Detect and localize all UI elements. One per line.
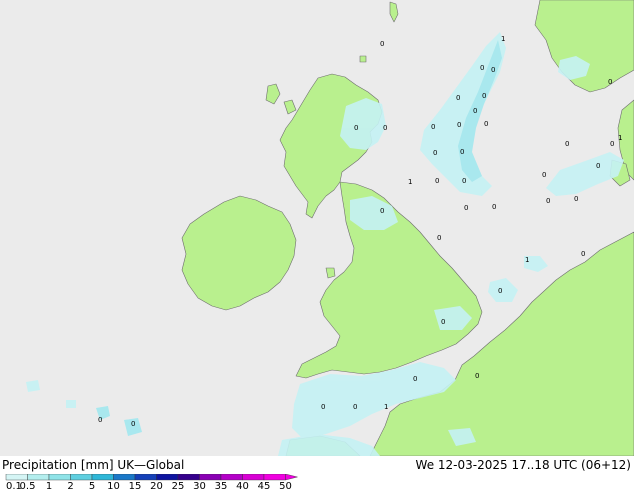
- map-value: 0: [380, 40, 384, 48]
- legend-swatch: [70, 474, 93, 481]
- rain-atlantic-blob-3: [26, 380, 40, 392]
- legend-label: 10: [107, 481, 120, 490]
- precipitation-map[interactable]: 1 0 0 0 0 0 0 0 0 0 0 0 0 0 1 0 0 0 0 0 …: [0, 0, 634, 456]
- map-value: 0: [131, 420, 135, 428]
- map-value: 0: [480, 64, 484, 72]
- map-value: 0: [380, 207, 384, 215]
- map-title: Precipitation [mm] UK—Global: [2, 458, 184, 472]
- legend-label: 25: [172, 481, 185, 490]
- map-footer: Precipitation [mm] UK—Global We 12-03-20…: [0, 456, 634, 490]
- map-value: 1: [408, 178, 412, 186]
- legend-swatch: [48, 474, 71, 481]
- map-value: 0: [321, 403, 325, 411]
- map-value: 0: [565, 140, 569, 148]
- legend-swatch: [113, 474, 136, 481]
- map-value: 1: [384, 403, 388, 411]
- legend-label: 20: [150, 481, 163, 490]
- legend-label: 0.5: [20, 481, 36, 490]
- legend-label: 40: [236, 481, 249, 490]
- map-value: 0: [98, 416, 102, 424]
- legend-swatch: [199, 474, 222, 481]
- legend-swatch: [27, 474, 50, 481]
- map-value: 0: [574, 195, 578, 203]
- legend-label: 15: [129, 481, 142, 490]
- legend-label: 35: [215, 481, 228, 490]
- legend-swatch: [263, 474, 286, 481]
- map-value: 0: [353, 403, 357, 411]
- map-value: 0: [433, 149, 437, 157]
- map-value: 0: [354, 124, 358, 132]
- map-value: 1: [618, 134, 622, 142]
- legend-swatch: [156, 474, 179, 481]
- map-value: 0: [546, 197, 550, 205]
- map-value: 1: [501, 35, 505, 43]
- map-value: 0: [457, 121, 461, 129]
- legend-swatch: [134, 474, 157, 481]
- land-orkney: [359, 55, 367, 63]
- legend-label: 45: [258, 481, 271, 490]
- model-name: UK—Global: [117, 458, 185, 472]
- map-value: 0: [482, 92, 486, 100]
- map-value: 0: [441, 318, 445, 326]
- legend-arrow: [285, 474, 298, 481]
- map-value: 0: [431, 123, 435, 131]
- map-value: 0: [475, 372, 479, 380]
- legend-label: 5: [89, 481, 95, 490]
- map-value: 0: [456, 94, 460, 102]
- legend-swatch: [220, 474, 243, 481]
- legend-swatch: [177, 474, 200, 481]
- map-value: 0: [581, 250, 585, 258]
- map-value: 1: [525, 256, 529, 264]
- map-value: 0: [462, 177, 466, 185]
- map-value: 0: [610, 140, 614, 148]
- legend-label: 50: [279, 481, 292, 490]
- map-value: 0: [435, 177, 439, 185]
- legend-label: 30: [193, 481, 206, 490]
- map-value: 0: [473, 107, 477, 115]
- legend-labels: 0.10.5 1 2 5 10 15 20 25 30 35 40 45 50: [6, 481, 292, 490]
- variable-name: Precipitation [mm]: [2, 458, 114, 472]
- map-value: 0: [437, 234, 441, 242]
- legend-swatch: [5, 474, 28, 481]
- legend-label: 2: [67, 481, 73, 490]
- map-value: 0: [542, 171, 546, 179]
- map-value: 0: [383, 124, 387, 132]
- legend-swatch: [91, 474, 114, 481]
- map-value: 0: [491, 66, 495, 74]
- map-value: 0: [464, 204, 468, 212]
- map-value: 0: [608, 78, 612, 86]
- weather-map-view: 1 0 0 0 0 0 0 0 0 0 0 0 0 0 1 0 0 0 0 0 …: [0, 0, 634, 490]
- map-value: 0: [413, 375, 417, 383]
- map-value: 0: [596, 162, 600, 170]
- map-value: 0: [498, 287, 502, 295]
- map-value: 0: [460, 148, 464, 156]
- valid-time: We 12-03-2025 17..18 UTC (06+12): [415, 458, 631, 472]
- legend-swatch: [242, 474, 265, 481]
- legend-color-bar: [5, 474, 298, 481]
- precipitation-legend: 0.10.5 1 2 5 10 15 20 25 30 35 40 45 50: [5, 474, 298, 490]
- rain-atlantic-blob-4: [66, 400, 76, 408]
- map-value: 0: [492, 203, 496, 211]
- legend-label: 1: [46, 481, 52, 490]
- map-value: 0: [484, 120, 488, 128]
